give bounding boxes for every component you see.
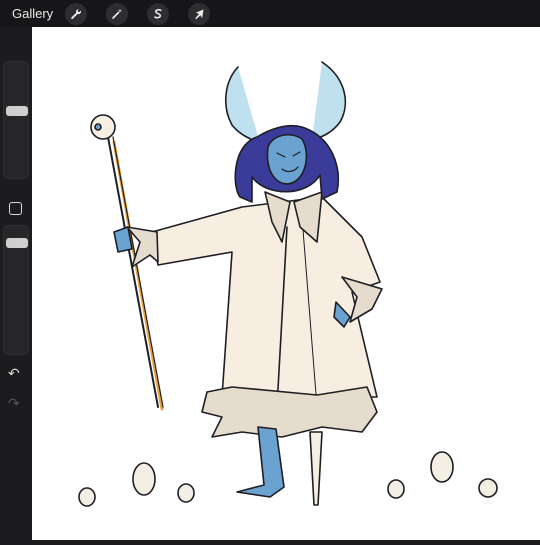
transform-button[interactable] — [188, 2, 211, 25]
left-antler — [224, 66, 261, 144]
selection-button[interactable] — [147, 2, 170, 25]
brush-size-slider[interactable] — [3, 61, 29, 179]
drawing-canvas[interactable] — [32, 27, 540, 540]
duckling-group — [78, 451, 498, 507]
staff-2 — [112, 136, 164, 408]
face — [266, 134, 308, 185]
actions-button[interactable] — [65, 2, 88, 25]
left-sidebar: ↶ ↷ — [0, 27, 32, 540]
arrow-cursor-icon — [195, 9, 204, 19]
selection-s-icon — [154, 8, 162, 18]
square-modifier-icon[interactable] — [9, 202, 22, 215]
gallery-button[interactable]: Gallery — [12, 6, 53, 21]
staff — [107, 136, 159, 408]
opacity-thumb[interactable] — [6, 238, 28, 248]
brush-size-thumb[interactable] — [6, 106, 28, 116]
opacity-slider[interactable] — [3, 225, 29, 355]
staff-eye — [94, 123, 102, 131]
peg-leg — [309, 431, 323, 506]
fur-hem — [201, 386, 378, 438]
wrench-icon — [71, 8, 82, 19]
top-toolbar: Gallery — [0, 0, 540, 27]
redo-icon[interactable]: ↷ — [8, 396, 20, 410]
adjustments-button[interactable] — [106, 2, 129, 25]
character-illustration — [78, 61, 498, 507]
left-hand — [113, 226, 133, 253]
right-antler — [311, 61, 347, 141]
coat — [151, 196, 381, 398]
undo-icon[interactable]: ↶ — [8, 366, 20, 380]
leg — [236, 426, 285, 498]
magic-wand-icon — [112, 8, 122, 19]
